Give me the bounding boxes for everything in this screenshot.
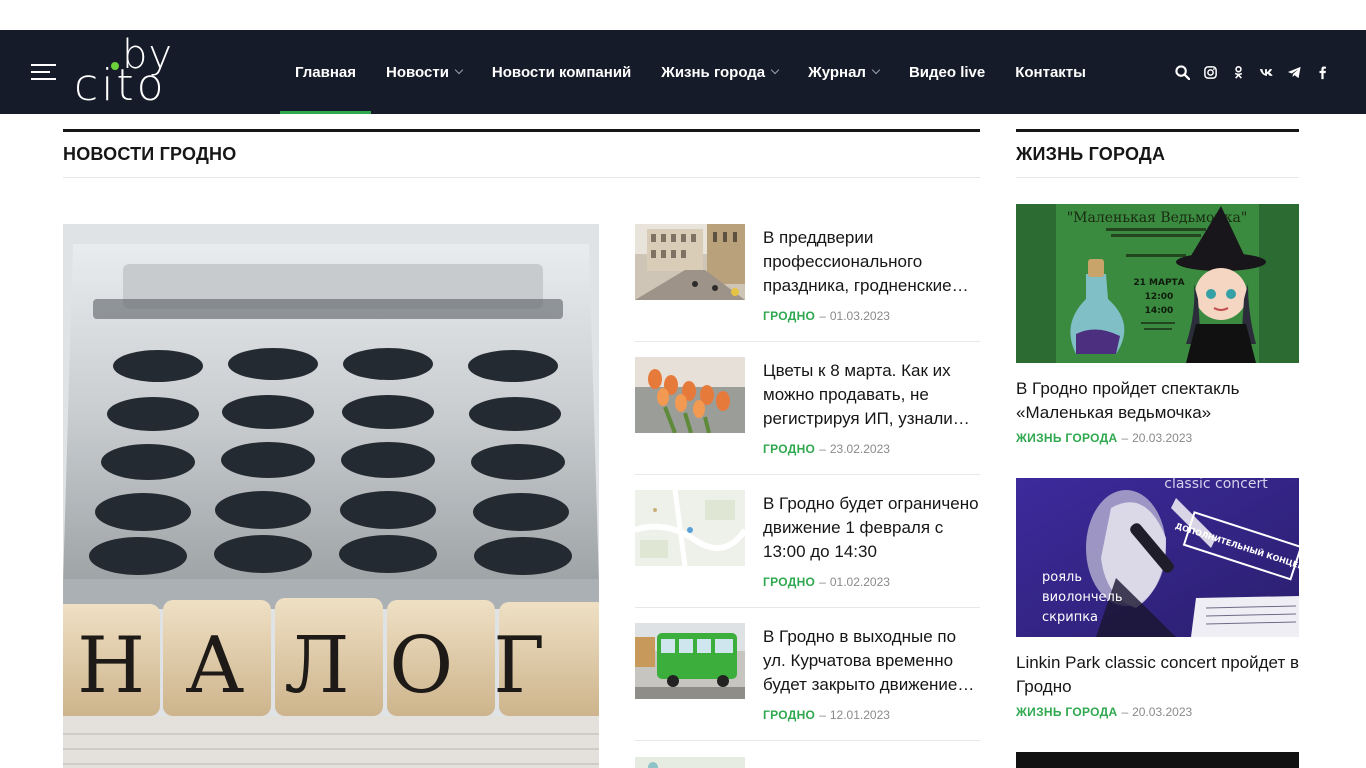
category-link[interactable]: ГРОДНО: [763, 309, 815, 323]
news-meta: ГРОДНО –01.02.2023: [763, 575, 890, 589]
svg-text:НАЛОГ: НАЛОГ: [77, 621, 585, 711]
news-title[interactable]: В преддверии профессионального праздника…: [763, 226, 980, 298]
sidebar-article-image-partial[interactable]: [1016, 752, 1299, 768]
svg-text:21 МАРТА: 21 МАРТА: [1133, 278, 1184, 288]
site-logo[interactable]: by cito: [74, 32, 189, 111]
svg-text:рояль: рояль: [1042, 570, 1082, 585]
telegram-icon[interactable]: [1286, 64, 1302, 80]
nav-item-contacts[interactable]: Контакты: [1000, 30, 1101, 114]
vk-icon[interactable]: [1258, 64, 1274, 80]
news-date: 23.02.2023: [829, 442, 890, 456]
sidebar-article: classic concert ДОПОЛНИТЕЛЬНЫЙ КОНЦЕРТ р…: [1016, 478, 1299, 719]
section-title: НОВОСТИ ГРОДНО: [63, 144, 237, 164]
article-image[interactable]: "Маленькая Ведьмочка" 21 МАРТА 12:00 14:…: [1016, 204, 1299, 363]
svg-text:14:00: 14:00: [1145, 306, 1174, 316]
category-link[interactable]: ГРОДНО: [763, 708, 815, 722]
svg-text:classic concert: classic concert: [1164, 478, 1268, 492]
section-header-city-life: ЖИЗНЬ ГОРОДА: [1016, 129, 1299, 178]
nav-label: Новости: [386, 63, 449, 81]
instagram-icon[interactable]: [1202, 64, 1218, 80]
chevron-down-icon: [454, 65, 464, 75]
category-link[interactable]: ЖИЗНЬ ГОРОДА: [1016, 705, 1117, 719]
category-link[interactable]: ГРОДНО: [763, 575, 815, 589]
article-meta: ЖИЗНЬ ГОРОДА –20.03.2023: [1016, 431, 1193, 445]
news-thumbnail[interactable]: [635, 623, 745, 699]
news-meta: ГРОДНО –01.03.2023: [763, 309, 890, 323]
site-header: by cito Главная Новости Новости компаний…: [0, 30, 1366, 114]
svg-text:12:00: 12:00: [1145, 292, 1174, 302]
news-date: 01.02.2023: [829, 575, 890, 589]
nav-label: Жизнь города: [661, 63, 766, 81]
nav-label: Видео live: [908, 63, 986, 81]
facebook-icon[interactable]: [1314, 64, 1330, 80]
sidebar-article: "Маленькая Ведьмочка" 21 МАРТА 12:00 14:…: [1016, 204, 1299, 445]
nav-item-video-live[interactable]: Видео live: [894, 30, 1000, 114]
section-title: ЖИЗНЬ ГОРОДА: [1016, 144, 1166, 164]
category-link[interactable]: ЖИЗНЬ ГОРОДА: [1016, 431, 1117, 445]
featured-article-image[interactable]: НАЛОГ: [63, 224, 599, 768]
section-header-news: НОВОСТИ ГРОДНО: [63, 129, 980, 178]
menu-icon[interactable]: [31, 64, 56, 81]
news-thumbnail[interactable]: [635, 357, 745, 433]
list-item: В Гродно в выходные по ул. Курчатова вре…: [635, 623, 980, 741]
article-meta: ЖИЗНЬ ГОРОДА –20.03.2023: [1016, 705, 1193, 719]
search-icon[interactable]: [1174, 64, 1190, 80]
list-item: [635, 756, 980, 768]
chevron-down-icon: [871, 65, 881, 75]
header-icons: [1174, 30, 1330, 114]
news-title[interactable]: В Гродно в выходные по ул. Курчатова вре…: [763, 625, 980, 697]
news-date: 01.03.2023: [829, 309, 890, 323]
nav-label: Контакты: [1015, 63, 1086, 81]
calculator-tax-illustration: НАЛОГ: [63, 224, 599, 768]
news-thumbnail[interactable]: [635, 756, 745, 768]
news-title[interactable]: Цветы к 8 марта. Как их можно продавать,…: [763, 359, 980, 431]
svg-text:виолончель: виолончель: [1042, 590, 1122, 605]
list-item: В Гродно будет ограничено движение 1 фев…: [635, 490, 980, 608]
category-link[interactable]: ГРОДНО: [763, 442, 815, 456]
article-image[interactable]: classic concert ДОПОЛНИТЕЛЬНЫЙ КОНЦЕРТ р…: [1016, 478, 1299, 637]
svg-text:скрипка: скрипка: [1042, 610, 1098, 625]
chevron-down-icon: [770, 65, 780, 75]
news-thumbnail[interactable]: [635, 224, 745, 300]
main-nav: Главная Новости Новости компаний Жизнь г…: [280, 30, 1101, 114]
odnoklassniki-icon[interactable]: [1230, 64, 1246, 80]
news-date: 12.01.2023: [829, 708, 890, 722]
nav-label: Журнал: [808, 63, 866, 81]
article-title[interactable]: Linkin Park classic concert пройдет в Гр…: [1016, 651, 1299, 699]
nav-label: Новости компаний: [491, 63, 632, 81]
nav-item-home[interactable]: Главная: [280, 30, 372, 114]
nav-item-journal[interactable]: Журнал: [793, 30, 894, 114]
article-title[interactable]: В Гродно пройдет спектакль «Маленькая ве…: [1016, 377, 1299, 425]
nav-item-news[interactable]: Новости: [371, 30, 477, 114]
news-meta: ГРОДНО –23.02.2023: [763, 442, 890, 456]
nav-item-company-news[interactable]: Новости компаний: [477, 30, 646, 114]
news-thumbnail[interactable]: [635, 490, 745, 566]
logo-cito: cito: [74, 60, 167, 111]
news-meta: ГРОДНО –12.01.2023: [763, 708, 890, 722]
news-title[interactable]: В Гродно будет ограничено движение 1 фев…: [763, 492, 980, 564]
nav-item-city-life[interactable]: Жизнь города: [646, 30, 793, 114]
list-item: В преддверии профессионального праздника…: [635, 224, 980, 342]
news-list: В преддверии профессионального праздника…: [635, 224, 980, 768]
article-date: 20.03.2023: [1132, 431, 1193, 445]
list-item: Цветы к 8 марта. Как их можно продавать,…: [635, 357, 980, 475]
nav-label: Главная: [295, 63, 357, 81]
article-date: 20.03.2023: [1132, 705, 1193, 719]
